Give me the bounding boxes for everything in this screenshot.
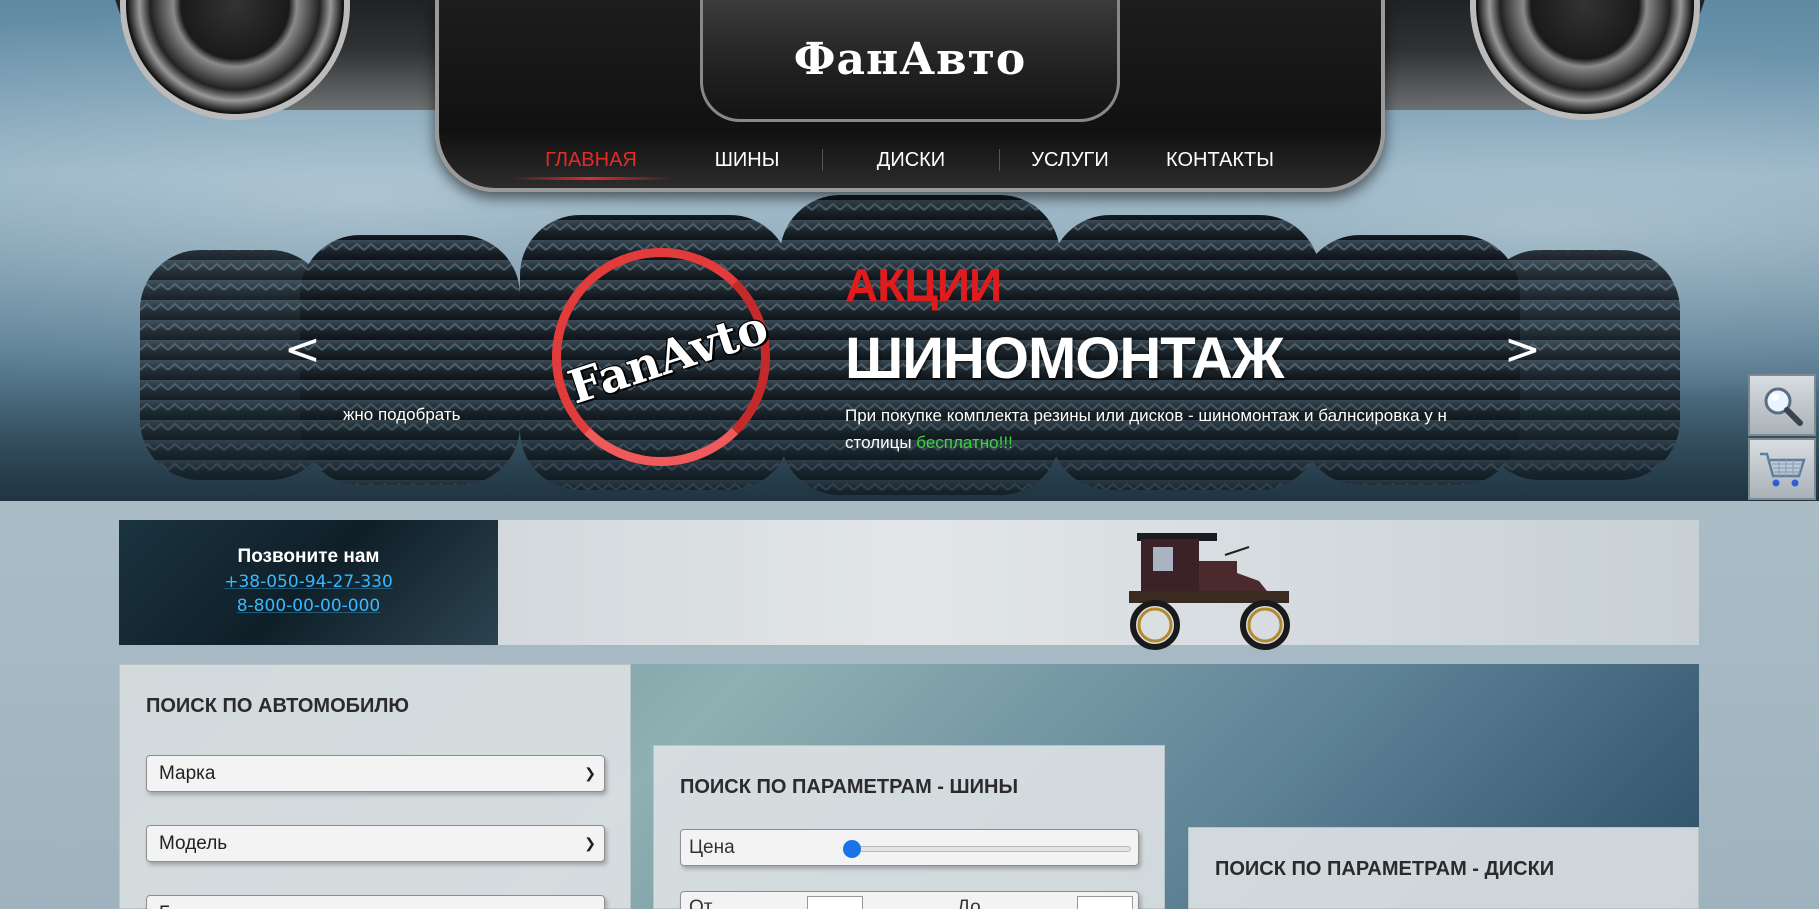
slider-next-arrow[interactable]: > <box>1504 328 1541 372</box>
logo-plate: ФанАвто <box>700 0 1120 122</box>
year-select[interactable]: Г <box>146 895 605 909</box>
previous-slide-text: жно подобрать <box>343 405 461 424</box>
promo-heading: ШИНОМОНТАЖ <box>845 326 1284 391</box>
chevron-down-icon: ❯ <box>584 765 596 781</box>
year-select-value: Г <box>159 903 169 909</box>
price-from-to-box: От До <box>680 891 1139 909</box>
price-to-input[interactable] <box>1077 896 1133 909</box>
nav-item-contacts[interactable]: КОНТАКТЫ <box>1140 149 1300 172</box>
price-from-input[interactable] <box>807 896 863 909</box>
side-cart-button[interactable] <box>1748 438 1816 500</box>
side-search-button[interactable] <box>1748 374 1816 436</box>
main-nav: ГЛАВНАЯ ШИНЫ ДИСКИ УСЛУГИ КОНТАКТЫ <box>510 142 1300 180</box>
price-from-label: От <box>689 897 713 909</box>
disk-search-title: ПОИСК ПО ПАРАМЕТРАМ - ДИСКИ <box>1215 858 1555 880</box>
price-range-box: Цена <box>680 829 1139 866</box>
slider-prev-arrow[interactable]: < <box>284 328 321 372</box>
price-label: Цена <box>689 837 735 858</box>
vintage-car-image <box>1129 533 1290 650</box>
car-search-title: ПОИСК ПО АВТОМОБИЛЮ <box>146 695 410 717</box>
nav-item-disks[interactable]: ДИСКИ <box>823 149 999 172</box>
hero-banner: ФанАвто ГЛАВНАЯ ШИНЫ ДИСКИ УСЛУГИ КОНТАК… <box>0 0 1819 501</box>
phone-link-1[interactable]: +38-050-94-27-330 <box>119 572 498 592</box>
promo-text: При покупке комплекта резины или дисков … <box>845 402 1475 456</box>
make-select[interactable]: Марка ❯ <box>146 755 605 792</box>
car-search-panel: ПОИСК ПО АВТОМОБИЛЮ Марка ❯ Модель ❯ Г <box>119 664 631 909</box>
nav-item-services[interactable]: УСЛУГИ <box>1000 149 1140 172</box>
call-us-title: Позвоните нам <box>237 546 380 567</box>
promo-title: АКЦИИ <box>845 259 1002 311</box>
chevron-down-icon: ❯ <box>584 835 596 851</box>
cart-icon <box>1760 452 1806 487</box>
promo-text-line2: столицы <box>845 433 917 452</box>
price-slider-handle[interactable] <box>843 840 861 858</box>
nav-item-tires[interactable]: ШИНЫ <box>672 149 822 172</box>
tire-search-title: ПОИСК ПО ПАРАМЕТРАМ - ШИНЫ <box>680 776 1019 798</box>
site-logo[interactable]: ФанАвто <box>794 34 1026 85</box>
model-select-value: Модель <box>159 832 228 854</box>
promo-free-highlight: бесплатно!!! <box>916 433 1013 452</box>
tire-search-panel: ПОИСК ПО ПАРАМЕТРАМ - ШИНЫ Цена От До <box>653 745 1165 909</box>
price-slider-track[interactable] <box>851 846 1131 852</box>
price-to-label: До <box>957 897 981 909</box>
promo-text-line1: При покупке комплекта резины или дисков … <box>845 406 1447 425</box>
nav-item-home[interactable]: ГЛАВНАЯ <box>510 149 672 180</box>
search-icon <box>1764 387 1803 426</box>
call-us-box: Позвоните нам +38-050-94-27-330 8-800-00… <box>119 520 498 645</box>
model-select[interactable]: Модель ❯ <box>146 825 605 862</box>
phone-link-2[interactable]: 8-800-00-00-000 <box>119 596 498 616</box>
make-select-value: Марка <box>159 762 216 784</box>
disk-search-panel: ПОИСК ПО ПАРАМЕТРАМ - ДИСКИ <box>1188 827 1699 909</box>
